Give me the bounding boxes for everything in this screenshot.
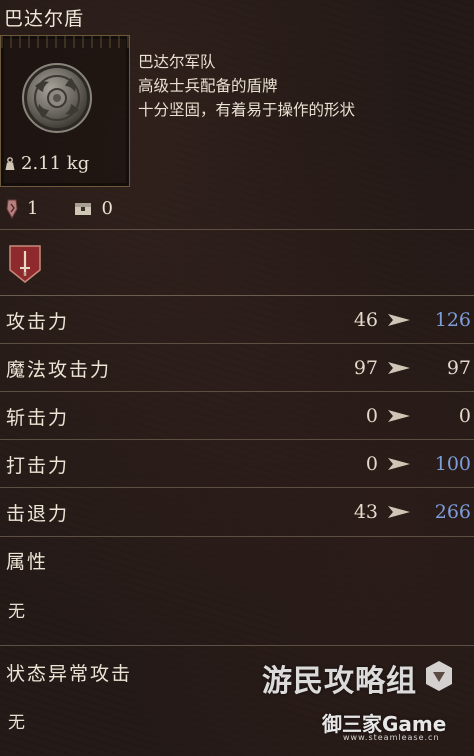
watermark-text: 游民攻略组 [262, 664, 417, 699]
stat-row-magic-attack: 魔法攻击力 97 97 [0, 345, 474, 391]
watermark-url: www.steamlease.cn [343, 733, 440, 742]
stat-base-value: 46 [353, 309, 378, 331]
stat-row-slash: 斩击力 0 0 [0, 393, 474, 439]
stat-row-knockback: 击退力 43 266 [0, 489, 474, 535]
arrow-right-icon [388, 410, 410, 422]
status-attack-value: 无 [8, 713, 25, 733]
item-title: 巴达尔盾 [4, 8, 85, 30]
item-description: 巴达尔军队 高级士兵配备的盾牌 十分坚固，有着易于操作的形状 [138, 50, 355, 122]
description-line: 十分坚固，有着易于操作的形状 [138, 101, 356, 119]
item-counts: 1 0 [6, 198, 149, 219]
divider [0, 536, 474, 537]
stat-row-strike: 打击力 0 100 [0, 441, 474, 487]
arrow-right-icon [388, 458, 410, 470]
stat-new-value: 0 [458, 405, 471, 427]
stat-new-value: 266 [434, 501, 471, 523]
stat-base-value: 97 [353, 357, 378, 379]
frame-ornament [1, 36, 129, 48]
stat-row-attack: 攻击力 46 126 [0, 297, 474, 343]
stat-label: 击退力 [6, 502, 70, 525]
stat-base-value: 0 [365, 405, 378, 427]
stat-label: 攻击力 [6, 310, 70, 333]
item-weight: 2.11 kg [4, 153, 89, 174]
chest-icon [75, 202, 92, 215]
divider [0, 229, 474, 230]
shield-icon [22, 63, 92, 133]
watermark-logo-icon [426, 661, 452, 691]
attribute-label: 属性 [6, 551, 49, 573]
stat-label: 魔法攻击力 [6, 358, 112, 381]
sword-badge-icon [9, 245, 41, 283]
arrow-right-icon [388, 362, 410, 374]
stat-new-value: 97 [446, 357, 471, 379]
arrow-right-icon [388, 506, 410, 518]
description-line: 高级士兵配备的盾牌 [138, 77, 278, 95]
divider [0, 343, 474, 344]
divider [0, 391, 474, 392]
divider [0, 295, 474, 296]
count-a-value: 1 [27, 198, 39, 219]
arrow-right-icon [388, 314, 410, 326]
description-line: 巴达尔军队 [138, 53, 216, 71]
stat-new-value: 126 [434, 309, 471, 331]
weight-icon [5, 156, 15, 170]
stat-new-value: 100 [434, 453, 471, 475]
shield-slot-icon [6, 199, 18, 219]
stat-label: 打击力 [6, 454, 70, 477]
count-a: 1 [6, 198, 38, 219]
count-b: 0 [74, 198, 113, 219]
divider [0, 645, 474, 646]
stat-base-value: 43 [353, 501, 378, 523]
divider [0, 487, 474, 488]
stat-label: 斩击力 [6, 406, 70, 429]
count-b-value: 0 [101, 198, 113, 219]
weight-value: 2.11 kg [21, 153, 90, 174]
attribute-value: 无 [8, 602, 25, 622]
status-attack-label: 状态异常攻击 [6, 663, 133, 685]
divider [0, 439, 474, 440]
stat-base-value: 0 [365, 453, 378, 475]
